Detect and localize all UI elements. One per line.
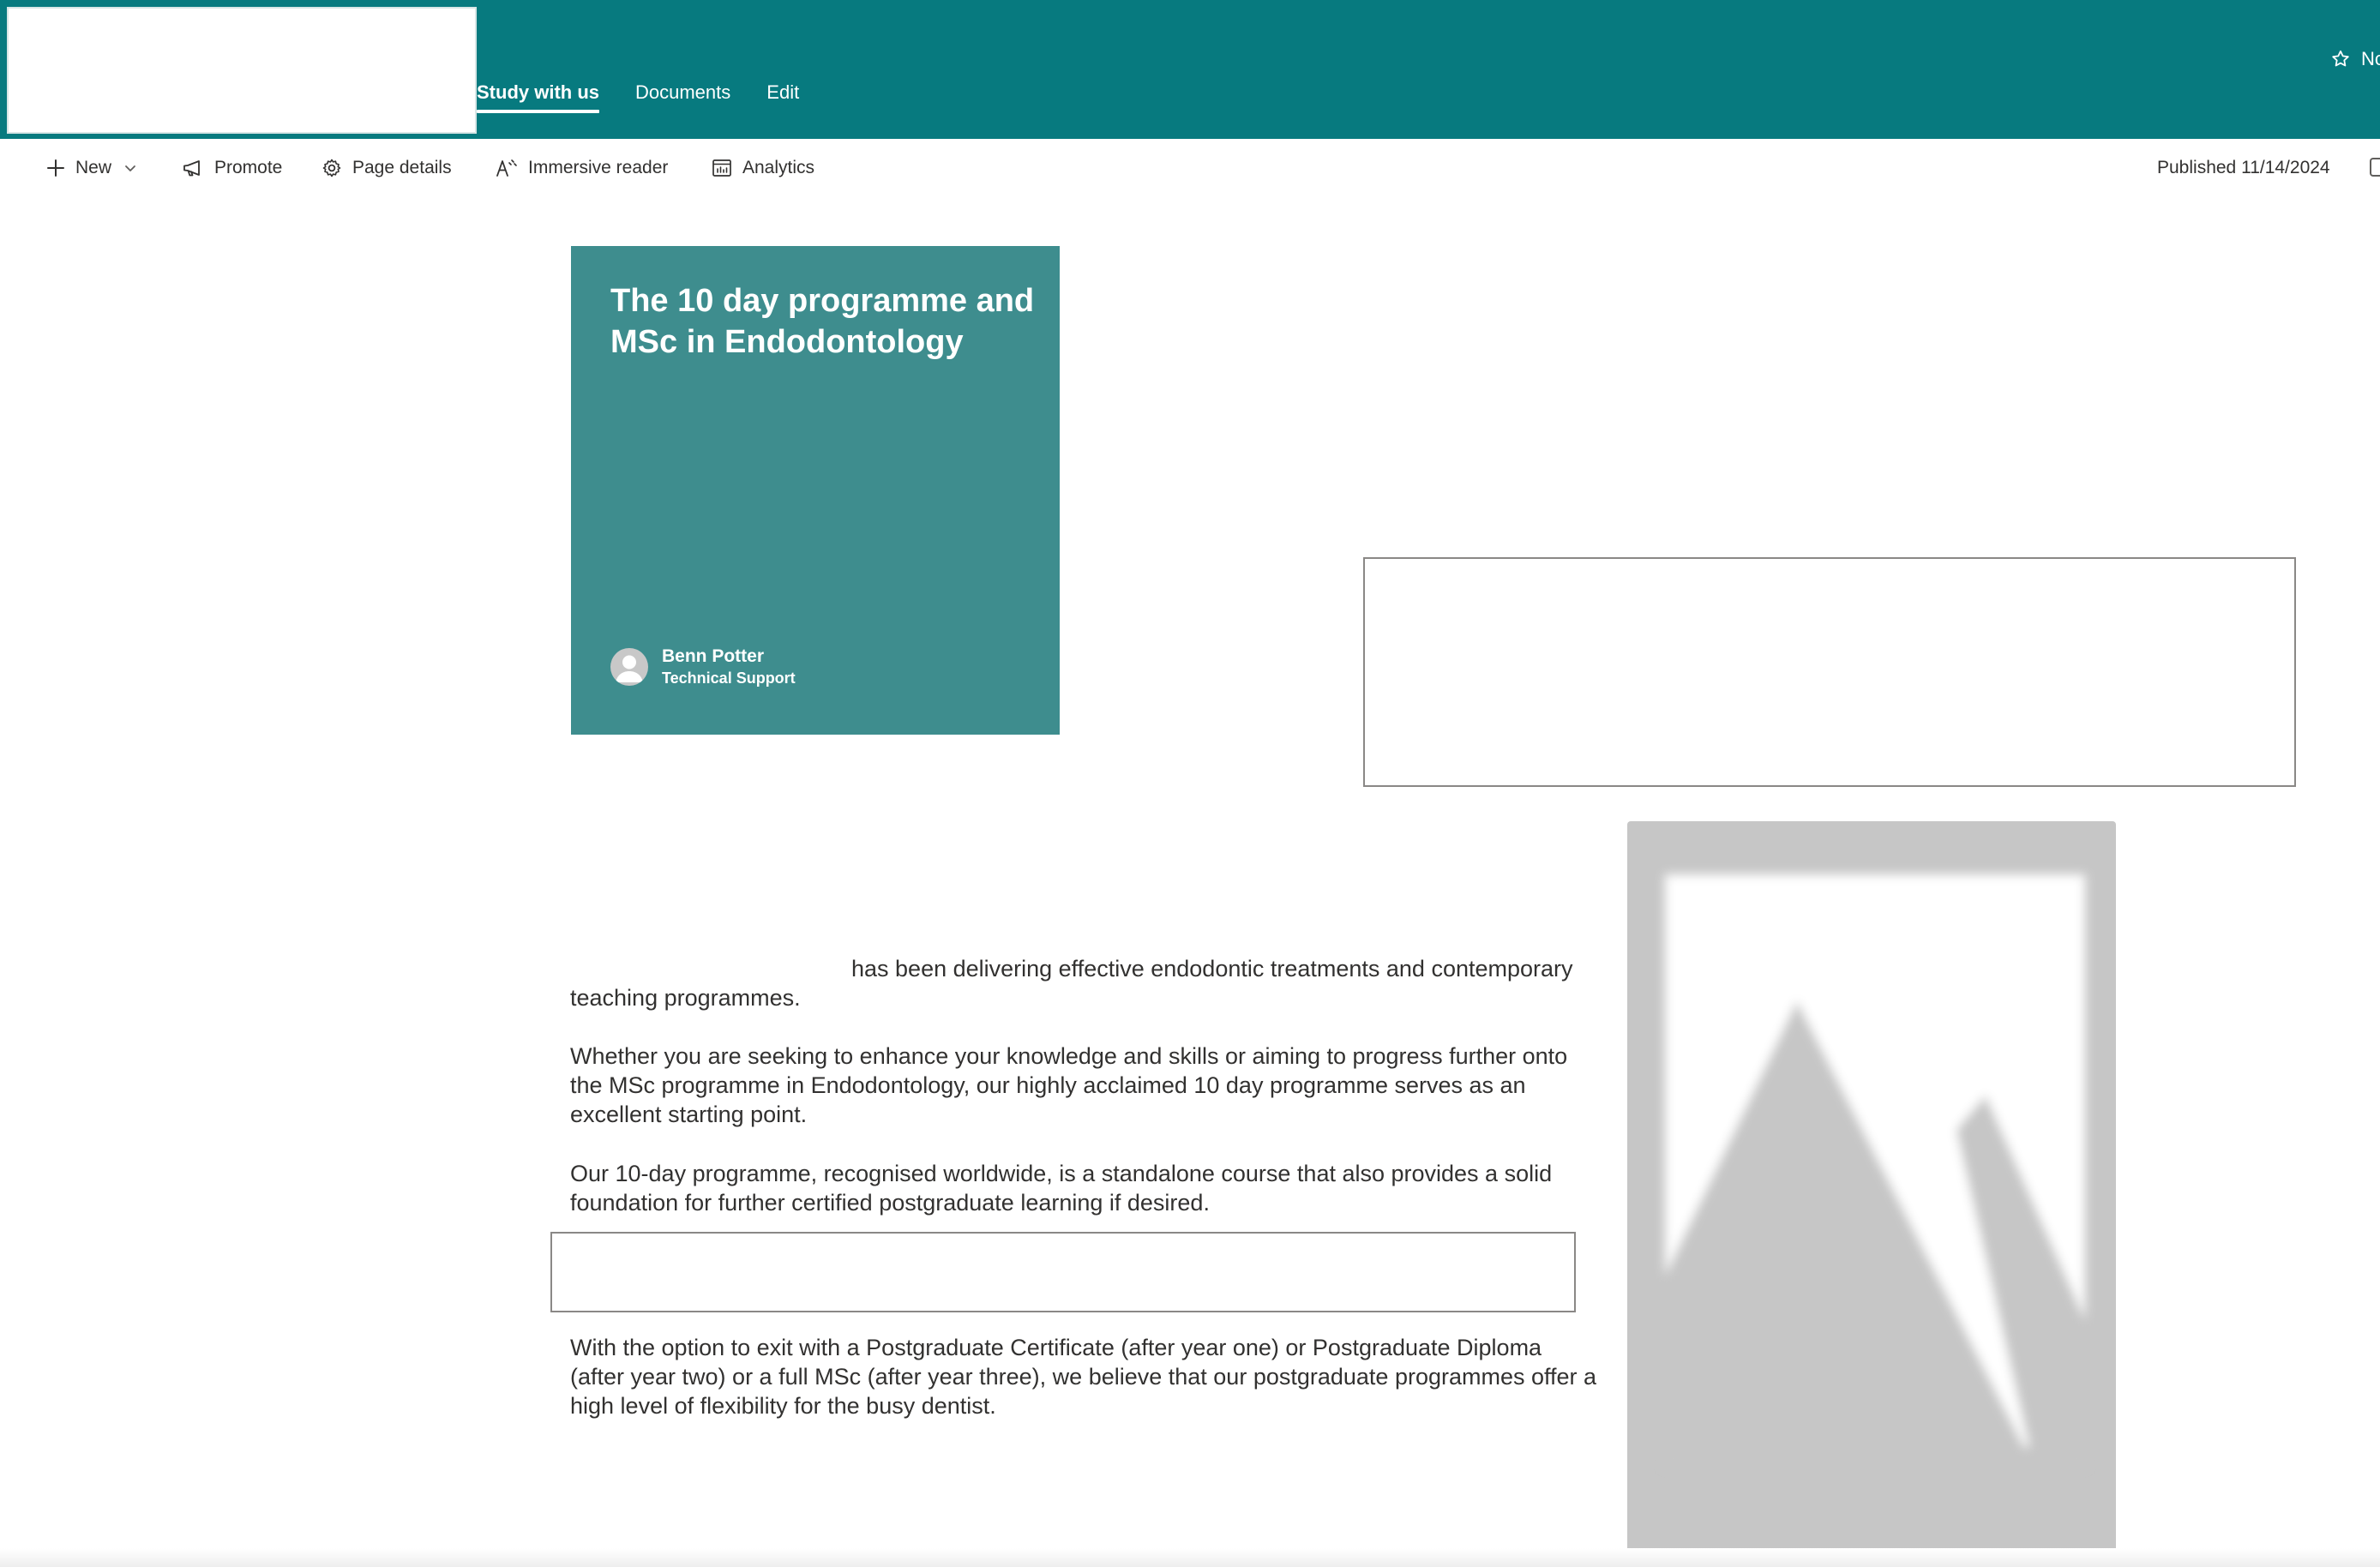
programme-paragraph: Our 10-day programme, recognised worldwi… [570, 1161, 1553, 1216]
follow-label: Nc [2361, 48, 2380, 69]
plus-icon [47, 159, 64, 177]
megaphone-icon [183, 160, 200, 177]
command-bar: New Promote Page details Immersive reade… [0, 139, 2380, 197]
site-header: Study with us Documents Edit Nc [0, 0, 2380, 139]
author-byline[interactable]: Benn Potter Technical Support [610, 645, 796, 688]
bottom-scroll-edge [0, 1548, 2380, 1567]
follow-button[interactable]: Nc [2330, 48, 2380, 70]
nav-item-edit[interactable]: Edit [766, 77, 799, 108]
immersive-reader-icon [496, 159, 517, 177]
flexibility-paragraph: With the option to exit with a Postgradu… [570, 1335, 1597, 1419]
nav-item-documents[interactable]: Documents [635, 77, 730, 108]
chevron-down-icon [125, 165, 135, 171]
page-title: The 10 day programme and MSc in Endodont… [610, 283, 1035, 360]
site-logo[interactable] [7, 7, 477, 134]
empty-webpart-right [1363, 557, 2296, 787]
intro-paragraph: has been delivering effective endodontic… [570, 954, 1599, 1012]
new-label: New [75, 158, 112, 177]
gear-icon [322, 159, 341, 177]
share-icon[interactable] [2370, 158, 2380, 177]
analytics-icon [712, 159, 731, 177]
intro-text: has been delivering effective endodontic… [570, 956, 1573, 1011]
avatar [610, 648, 648, 686]
immersive-reader-label: Immersive reader [528, 158, 669, 177]
immersive-reader-button[interactable]: Immersive reader [496, 139, 668, 197]
author-text: Benn Potter Technical Support [662, 645, 796, 688]
promote-button[interactable]: Promote [182, 139, 282, 197]
published-date: Published 11/14/2024 [2157, 158, 2330, 177]
new-button[interactable]: New [46, 139, 137, 197]
star-icon [2332, 50, 2349, 67]
image-placeholder-icon [1665, 874, 2085, 1466]
knowledge-paragraph: Whether you are seeking to enhance your … [570, 1043, 1568, 1127]
analytics-label: Analytics [742, 158, 815, 177]
promote-label: Promote [214, 158, 283, 177]
author-role: Technical Support [662, 669, 796, 687]
person-icon [616, 655, 643, 682]
site-navigation: Study with us Documents Edit [477, 75, 835, 113]
page-details-button[interactable]: Page details [322, 139, 452, 197]
author-name: Benn Potter [662, 646, 765, 666]
empty-webpart-middle [550, 1232, 1576, 1312]
nav-item-study-with-us[interactable]: Study with us [477, 77, 599, 113]
hero-tile[interactable]: The 10 day programme and MSc in Endodont… [571, 246, 1060, 735]
page-details-label: Page details [352, 158, 452, 177]
analytics-button[interactable]: Analytics [712, 139, 814, 197]
image-placeholder[interactable] [1627, 821, 2116, 1554]
